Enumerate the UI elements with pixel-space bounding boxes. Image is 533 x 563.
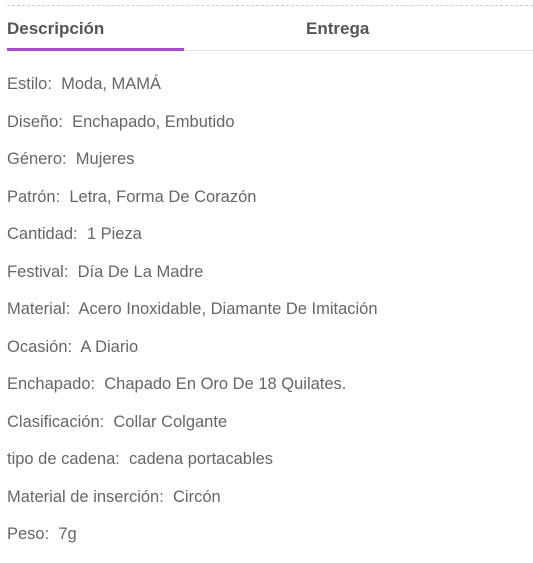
spec-label: Enchapado: <box>7 375 96 393</box>
tab-entrega[interactable]: Entrega <box>306 16 369 50</box>
spec-row: Patrón: Letra, Forma De Corazón <box>7 188 378 226</box>
spec-row: Clasificación: Collar Colgante <box>7 413 378 451</box>
spec-label: Ocasión: <box>7 337 73 356</box>
spec-label: Estilo: <box>7 75 52 93</box>
spec-row: tipo de cadena: cadena portacables <box>7 450 378 488</box>
spec-label: Patrón: <box>7 187 61 206</box>
spec-label: Cantidad: <box>7 225 78 243</box>
spec-value: 1 Pieza <box>86 225 142 243</box>
spec-row: Diseño: Enchapado, Embutido <box>7 113 378 151</box>
spec-value: Collar Colgante <box>113 412 228 431</box>
spec-row: Cantidad: 1 Pieza <box>7 225 378 263</box>
tab-descripcion[interactable]: Descripción <box>7 16 184 51</box>
spec-value: Día De La Madre <box>77 262 204 281</box>
spec-value: Acero Inoxidable, Diamante De Imitación <box>78 300 378 318</box>
spec-value: Mujeres <box>75 150 135 168</box>
spec-value: Circón <box>173 487 221 506</box>
spec-label: Material de inserción: <box>7 487 164 506</box>
spec-value: Moda, MAMÁ <box>61 75 162 93</box>
spec-value: cadena portacables <box>129 450 274 468</box>
spec-label: tipo de cadena: <box>7 450 120 468</box>
spec-row: Material de inserción: Circón <box>7 488 378 526</box>
spec-row: Festival: Día De La Madre <box>7 263 378 301</box>
spec-label: Peso: <box>7 525 50 543</box>
spec-value: Enchapado, Embutido <box>72 112 235 131</box>
spec-list: Estilo: Moda, MAMÁ Diseño: Enchapado, Emb… <box>7 75 378 563</box>
spec-label: Diseño: <box>7 112 63 131</box>
spec-label: Género: <box>7 150 67 168</box>
spec-row: Material: Acero Inoxidable, Diamante De … <box>7 300 378 338</box>
spec-label: Material: <box>7 300 71 318</box>
tab-bar: Descripción Entrega <box>7 16 533 51</box>
spec-row: Género: Mujeres <box>7 150 378 188</box>
spec-value: 7g <box>58 525 77 543</box>
spec-value: Chapado En Oro De 18 Quilates. <box>104 375 347 393</box>
spec-row: Estilo: Moda, MAMÁ <box>7 75 378 113</box>
spec-label: Festival: <box>7 262 69 281</box>
spec-value: A Diario <box>80 337 139 356</box>
spec-row: Ocasión: A Diario <box>7 338 378 376</box>
dashed-divider <box>7 5 533 6</box>
spec-value: Letra, Forma De Corazón <box>69 187 257 206</box>
spec-label: Clasificación: <box>7 412 105 431</box>
spec-row: Peso: 7g <box>7 525 378 563</box>
spec-row: Enchapado: Chapado En Oro De 18 Quilates… <box>7 375 378 413</box>
